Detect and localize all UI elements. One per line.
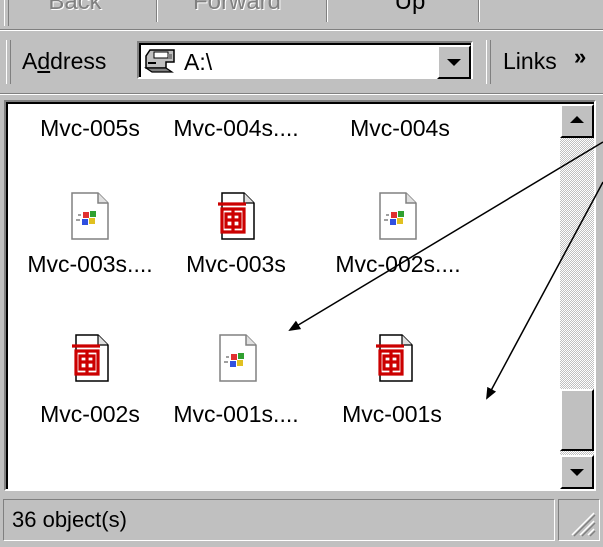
jpeg-image-icon [218, 192, 255, 240]
list-item[interactable]: Mvc-003s [156, 192, 316, 292]
scroll-thumb[interactable] [560, 389, 594, 451]
list-item[interactable]: Mvc-001s.... [156, 334, 316, 444]
address-label: Address [22, 48, 107, 74]
windows-document-icon [379, 192, 417, 240]
scroll-down-button[interactable] [560, 455, 594, 489]
windows-document-icon [71, 192, 109, 240]
file-name-label: Mvc-004s [350, 115, 450, 141]
address-combobox[interactable]: A:\ [137, 41, 473, 79]
scroll-up-button[interactable] [560, 104, 594, 138]
object-count-text: 36 object(s) [12, 507, 127, 532]
links-label[interactable]: Links [503, 46, 557, 76]
file-name-label: Mvc-001s.... [173, 401, 299, 427]
address-bar-grip[interactable] [6, 40, 11, 84]
status-pane: 36 object(s) [3, 499, 555, 541]
windows-document-icon [219, 334, 257, 382]
address-bar: Address A:\ Links » [0, 32, 603, 94]
toolbar-divider [0, 29, 603, 31]
file-name-label: Mvc-003s [186, 251, 286, 277]
list-item[interactable]: Mvc-003s.... [10, 192, 170, 292]
file-name-label: Mvc-002s.... [335, 251, 461, 277]
links-bar-grip[interactable] [486, 40, 491, 84]
file-list-view: Mvc-005s Mvc-004s.... Mvc-004s Mvc-003s.… [4, 100, 596, 491]
links-more-chevron[interactable]: » [574, 42, 586, 72]
toolbar-grip[interactable] [4, 0, 9, 26]
floppy-drive-icon [144, 49, 175, 73]
status-bar: 36 object(s) [0, 495, 603, 547]
vertical-scrollbar[interactable] [560, 104, 594, 489]
file-name-label: Mvc-001s [342, 401, 442, 427]
resize-grip-icon[interactable] [566, 507, 596, 537]
address-bar-divider [0, 93, 603, 95]
toolbar-separator [156, 0, 158, 22]
file-name-label: Mvc-004s.... [173, 115, 299, 141]
up-button[interactable]: Up [345, 0, 475, 18]
address-dropdown-button[interactable] [437, 45, 471, 79]
address-value[interactable]: A:\ [184, 47, 212, 77]
toolbar-separator [326, 0, 328, 22]
file-name-label: Mvc-005s [40, 115, 140, 141]
file-name-label: Mvc-003s.... [27, 251, 153, 277]
list-item[interactable]: Mvc-005s [10, 114, 170, 142]
list-item[interactable]: Mvc-002s [10, 334, 170, 444]
status-pane-secondary [558, 499, 600, 541]
toolbar-separator [478, 0, 480, 22]
jpeg-image-icon [376, 334, 413, 382]
list-item[interactable]: Mvc-004s [320, 114, 480, 142]
forward-button[interactable]: Forward [162, 0, 312, 18]
back-button[interactable]: Back [10, 0, 140, 18]
list-item[interactable]: Mvc-002s.... [308, 192, 468, 292]
standard-toolbar: Back Forward Up [0, 0, 603, 30]
list-item[interactable]: Mvc-001s [312, 334, 472, 444]
list-item[interactable]: Mvc-004s.... [156, 114, 316, 142]
file-name-label: Mvc-002s [40, 401, 140, 427]
jpeg-image-icon [72, 334, 109, 382]
